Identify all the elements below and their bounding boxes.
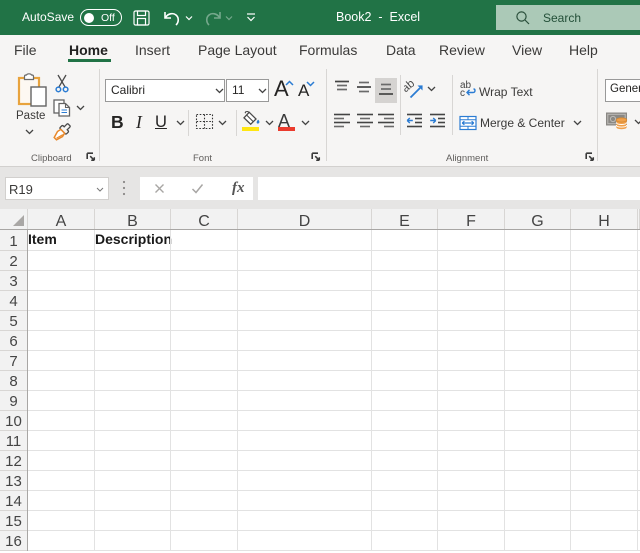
svg-text:c: c [460,88,465,97]
